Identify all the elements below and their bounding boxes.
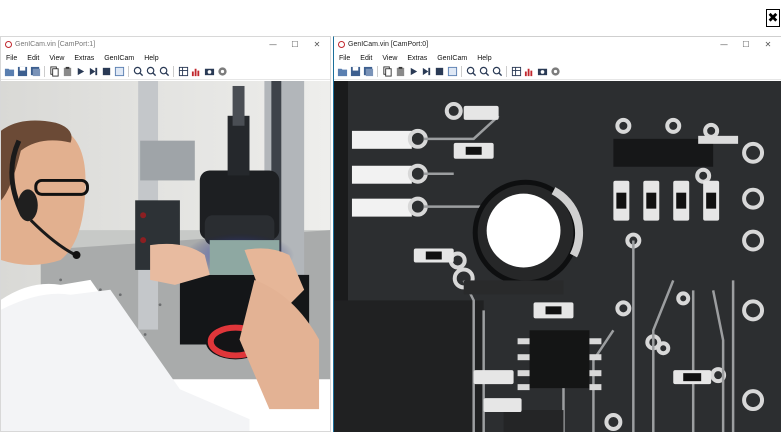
menu-extras[interactable]: Extras bbox=[407, 55, 427, 62]
zoom-in-icon[interactable] bbox=[465, 66, 477, 78]
window-title: GenICam.vin [CamPort:1] bbox=[15, 41, 96, 48]
window-title: GenICam.vin [CamPort:0] bbox=[348, 41, 429, 48]
menu-view[interactable]: View bbox=[49, 55, 64, 62]
open-icon[interactable] bbox=[3, 66, 15, 78]
menu-help[interactable]: Help bbox=[144, 55, 158, 62]
paste-icon[interactable] bbox=[394, 66, 406, 78]
camera-window-right: GenICam.vin [CamPort:0] — ☐ ✕ File Edit … bbox=[333, 36, 781, 432]
open-icon[interactable] bbox=[336, 66, 348, 78]
title-bar: GenICam.vin [CamPort:1] — ☐ ✕ bbox=[1, 37, 330, 52]
menu-genicam[interactable]: GenICam bbox=[104, 55, 134, 62]
app-logo-icon bbox=[5, 41, 12, 48]
histogram-icon[interactable] bbox=[523, 66, 535, 78]
zoom-in-icon[interactable] bbox=[132, 66, 144, 78]
camera-view-lab-scene[interactable] bbox=[1, 81, 330, 431]
close-button[interactable]: ✕ bbox=[757, 40, 779, 49]
menu-view[interactable]: View bbox=[382, 55, 397, 62]
fit-icon[interactable] bbox=[446, 66, 458, 78]
camera-window-left: GenICam.vin [CamPort:1] — ☐ ✕ File Edit … bbox=[0, 36, 331, 432]
play-icon[interactable] bbox=[407, 66, 419, 78]
menu-edit[interactable]: Edit bbox=[360, 55, 372, 62]
stop-icon[interactable] bbox=[100, 66, 112, 78]
maximize-button[interactable]: ☐ bbox=[284, 40, 306, 49]
save-all-icon[interactable] bbox=[362, 66, 374, 78]
close-overlay-button[interactable]: ✖ bbox=[766, 9, 780, 27]
camera-icon[interactable] bbox=[536, 66, 548, 78]
fit-icon[interactable] bbox=[113, 66, 125, 78]
zoom-reset-icon[interactable] bbox=[491, 66, 503, 78]
histogram-icon[interactable] bbox=[190, 66, 202, 78]
menu-genicam[interactable]: GenICam bbox=[437, 55, 467, 62]
settings-icon[interactable] bbox=[549, 66, 561, 78]
menu-help[interactable]: Help bbox=[477, 55, 491, 62]
grid-icon[interactable] bbox=[177, 66, 189, 78]
save-all-icon[interactable] bbox=[29, 66, 41, 78]
menu-bar: File Edit View Extras GenICam Help bbox=[1, 52, 330, 64]
camera-view-pcb-grayscale[interactable] bbox=[334, 81, 781, 432]
minimize-button[interactable]: — bbox=[262, 40, 284, 49]
close-button[interactable]: ✕ bbox=[306, 40, 328, 49]
toolbar bbox=[1, 64, 330, 80]
settings-icon[interactable] bbox=[216, 66, 228, 78]
menu-file[interactable]: File bbox=[339, 55, 350, 62]
paste-icon[interactable] bbox=[61, 66, 73, 78]
menu-edit[interactable]: Edit bbox=[27, 55, 39, 62]
step-icon[interactable] bbox=[420, 66, 432, 78]
save-icon[interactable] bbox=[349, 66, 361, 78]
zoom-out-icon[interactable] bbox=[145, 66, 157, 78]
save-icon[interactable] bbox=[16, 66, 28, 78]
stop-icon[interactable] bbox=[433, 66, 445, 78]
title-bar: GenICam.vin [CamPort:0] — ☐ ✕ bbox=[334, 37, 781, 52]
camera-icon[interactable] bbox=[203, 66, 215, 78]
menu-bar: File Edit View Extras GenICam Help bbox=[334, 52, 781, 64]
play-icon[interactable] bbox=[74, 66, 86, 78]
minimize-button[interactable]: — bbox=[713, 40, 735, 49]
grid-icon[interactable] bbox=[510, 66, 522, 78]
menu-extras[interactable]: Extras bbox=[74, 55, 94, 62]
maximize-button[interactable]: ☐ bbox=[735, 40, 757, 49]
app-logo-icon bbox=[338, 41, 345, 48]
copy-icon[interactable] bbox=[48, 66, 60, 78]
copy-icon[interactable] bbox=[381, 66, 393, 78]
step-icon[interactable] bbox=[87, 66, 99, 78]
toolbar bbox=[334, 64, 781, 80]
zoom-out-icon[interactable] bbox=[478, 66, 490, 78]
menu-file[interactable]: File bbox=[6, 55, 17, 62]
zoom-reset-icon[interactable] bbox=[158, 66, 170, 78]
